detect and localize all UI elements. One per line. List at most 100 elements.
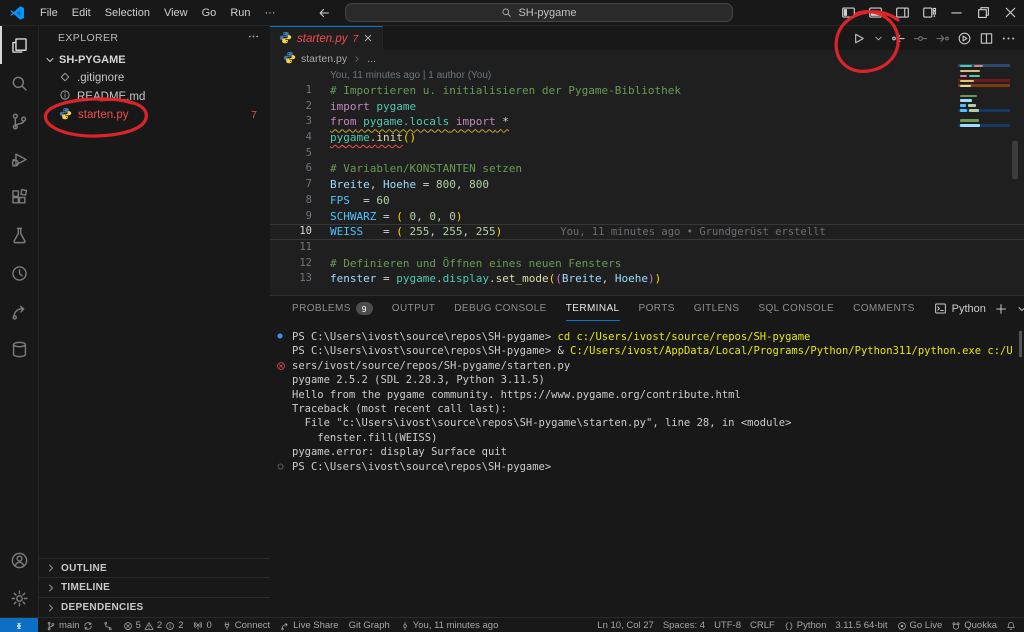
panel-tab-bar: PROBLEMS9 OUTPUT DEBUG CONSOLE TERMINAL PORT… xyxy=(270,296,1024,321)
file--gitignore[interactable]: .gitignore xyxy=(39,69,270,88)
search-command-center[interactable]: SH-pygame xyxy=(345,3,733,22)
activity-search-icon[interactable] xyxy=(0,64,38,102)
section-timeline[interactable]: TIMELINE xyxy=(39,577,270,597)
activity-accounts-icon[interactable] xyxy=(0,541,38,579)
new-terminal-button[interactable] xyxy=(994,302,1008,316)
code-line-2[interactable]: 2import pygame xyxy=(270,99,1024,115)
sql-connect[interactable]: Connect xyxy=(222,620,270,631)
menu-[interactable]: ··· xyxy=(258,4,283,22)
notifications-bell[interactable] xyxy=(1006,621,1016,631)
gitlens-codelens[interactable]: You, 11 minutes ago | 1 author (You) xyxy=(330,68,1024,83)
code-line-5[interactable]: 5 xyxy=(270,146,1024,162)
menu-bar: FileEditSelectionViewGoRun··· xyxy=(33,4,283,22)
activity-extensions-icon[interactable] xyxy=(0,178,38,216)
run-dropdown-chevron[interactable] xyxy=(873,33,884,44)
menu-run[interactable]: Run xyxy=(223,4,257,22)
code-line-8[interactable]: 8FPS = 60 xyxy=(270,193,1024,209)
live-share[interactable]: Live Share xyxy=(280,620,338,631)
run-python-file-button[interactable] xyxy=(851,31,866,46)
menu-view[interactable]: View xyxy=(157,4,195,22)
code-line-12[interactable]: 12# Definieren und Öffnen eines neuen Fe… xyxy=(270,256,1024,272)
project-root-folder[interactable]: SH-PYGAME xyxy=(39,50,270,69)
code-line-7[interactable]: 7Breite, Hoehe = 800, 800 xyxy=(270,177,1024,193)
nav-back-icon[interactable] xyxy=(311,0,338,25)
code-line-6[interactable]: 6# Variablen/KONSTANTEN setzen xyxy=(270,161,1024,177)
terminal-line: PS C:\Users\ivost\source\repos\SH-pygame… xyxy=(270,460,1024,474)
activity-live-share-icon[interactable] xyxy=(0,292,38,330)
panel-tab-terminal[interactable]: TERMINAL xyxy=(566,296,620,321)
code-editor[interactable]: You, 11 minutes ago | 1 author (You) 1# … xyxy=(270,68,1024,295)
terminal-profile-dropdown[interactable] xyxy=(1016,303,1024,315)
menu-go[interactable]: Go xyxy=(195,4,224,22)
tab-starten-py[interactable]: starten.py 7 xyxy=(270,26,383,51)
panel-tab-gitlens[interactable]: GITLENS xyxy=(694,296,740,321)
breadcrumb[interactable]: starten.py ... xyxy=(270,50,1024,68)
close-tab-icon[interactable] xyxy=(363,33,373,46)
problems-summary[interactable]: 522 xyxy=(123,620,184,631)
cursor-position[interactable]: Ln 10, Col 27 xyxy=(597,620,654,631)
gitlens-compare-icon[interactable] xyxy=(913,31,928,46)
indentation[interactable]: Spaces: 4 xyxy=(663,620,705,631)
toggle-panel-icon[interactable] xyxy=(862,0,889,25)
split-editor-button[interactable] xyxy=(979,31,994,46)
code-line-9[interactable]: 9SCHWARZ = ( 0, 0, 0) xyxy=(270,209,1024,225)
gitlens-inline-blame: You, 11 minutes ago • Grundgerüst erstel… xyxy=(560,226,826,238)
panel-tab-ports[interactable]: PORTS xyxy=(639,296,675,321)
editor-more-actions[interactable] xyxy=(1001,31,1016,46)
encoding[interactable]: UTF-8 xyxy=(714,620,741,631)
code-line-10[interactable]: 10WEISS = ( 255, 255, 255)You, 11 minute… xyxy=(270,224,1024,240)
git-compare[interactable] xyxy=(103,621,113,631)
minimize-window-icon[interactable] xyxy=(943,0,970,25)
panel-tab-sql-console[interactable]: SQL CONSOLE xyxy=(758,296,834,321)
gitlens-open-changes-icon[interactable] xyxy=(891,31,906,46)
section-dependencies[interactable]: DEPENDENCIES xyxy=(39,597,270,617)
customize-layout-icon[interactable] xyxy=(916,0,943,25)
file-starten-py[interactable]: starten.py7 xyxy=(39,106,270,125)
git-graph[interactable]: Git Graph xyxy=(349,620,390,631)
code-line-11[interactable]: 11 xyxy=(270,240,1024,256)
quokka[interactable]: Quokka xyxy=(951,620,997,631)
explorer-more-actions-icon[interactable] xyxy=(247,30,260,46)
code-line-13[interactable]: 13fenster = pygame.display.set_mode((Bre… xyxy=(270,271,1024,287)
editor-scrollbar[interactable] xyxy=(1012,141,1018,179)
panel-tab-output[interactable]: OUTPUT xyxy=(392,296,436,321)
panel-tab-problems[interactable]: PROBLEMS9 xyxy=(292,296,373,321)
activity-settings-icon[interactable] xyxy=(0,579,38,617)
go-live[interactable]: Go Live xyxy=(897,620,943,631)
terminal-output[interactable]: PS C:\Users\ivost\source\repos\SH-pygame… xyxy=(270,321,1024,474)
activity-source-control-icon[interactable] xyxy=(0,102,38,140)
language-mode[interactable]: Python xyxy=(784,620,827,631)
panel-tab-debug-console[interactable]: DEBUG CONSOLE xyxy=(454,296,546,321)
menu-file[interactable]: File xyxy=(33,4,65,22)
file-README-md[interactable]: README.md xyxy=(39,88,270,107)
section-outline[interactable]: OUTLINE xyxy=(39,558,270,578)
activity-explorer-icon[interactable] xyxy=(0,26,38,64)
code-line-4[interactable]: 4pygame.init() xyxy=(270,130,1024,146)
code-line-3[interactable]: 3from pygame.locals import * xyxy=(270,114,1024,130)
restore-window-icon[interactable] xyxy=(970,0,997,25)
run-or-debug-button[interactable] xyxy=(957,31,972,46)
ports[interactable]: 0 xyxy=(193,620,211,631)
info-icon xyxy=(59,89,71,104)
remote-indicator[interactable] xyxy=(0,618,38,632)
gitlens-current-line-blame[interactable]: You, 11 minutes ago xyxy=(400,620,499,631)
git-branch[interactable]: main xyxy=(46,620,93,631)
eol-sequence[interactable]: CRLF xyxy=(750,620,775,631)
activity-testing-icon[interactable] xyxy=(0,216,38,254)
command-status-icon xyxy=(276,332,284,340)
close-window-icon[interactable] xyxy=(997,0,1024,25)
toggle-secondary-sidebar-icon[interactable] xyxy=(889,0,916,25)
terminal-profile[interactable]: Python xyxy=(934,302,986,315)
activity-run-and-debug-icon[interactable] xyxy=(0,140,38,178)
python-interpreter[interactable]: 3.11.5 64-bit xyxy=(835,620,887,631)
activity-database-icon[interactable] xyxy=(0,330,38,368)
gitlens-next-change-icon[interactable] xyxy=(935,31,950,46)
toggle-primary-sidebar-icon[interactable] xyxy=(835,0,862,25)
panel-actions: Python xyxy=(934,302,1024,316)
minimap[interactable] xyxy=(958,64,1010,139)
panel-tab-comments[interactable]: COMMENTS xyxy=(853,296,915,321)
activity-history-icon[interactable] xyxy=(0,254,38,292)
code-line-1[interactable]: 1# Importieren u. initialisieren der Pyg… xyxy=(270,83,1024,99)
menu-edit[interactable]: Edit xyxy=(65,4,98,22)
menu-selection[interactable]: Selection xyxy=(98,4,157,22)
